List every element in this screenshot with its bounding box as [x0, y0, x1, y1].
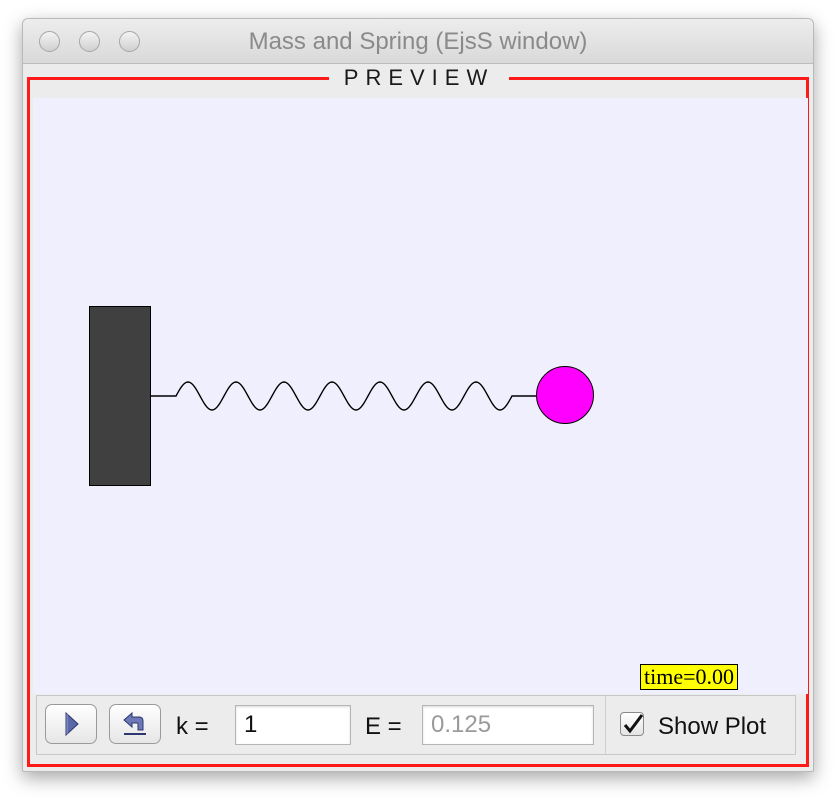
play-button[interactable] — [45, 704, 97, 744]
k-label: k = — [176, 713, 209, 740]
control-panel: k = 1 E = 0.125 Show Plot — [36, 695, 796, 755]
ejss-window: Mass and Spring (EjsS window) PREVIEW ti… — [22, 18, 814, 772]
show-plot-control[interactable]: Show Plot — [605, 696, 796, 754]
show-plot-label: Show Plot — [658, 713, 767, 740]
spring — [150, 381, 536, 411]
mass-ball[interactable] — [536, 366, 594, 424]
k-input[interactable]: 1 — [235, 705, 351, 745]
time-display: time=0.00 — [640, 664, 739, 690]
simulation-canvas[interactable]: time=0.00 — [33, 98, 808, 694]
energy-field: 0.125 — [422, 705, 594, 745]
energy-label: E = — [365, 713, 402, 740]
title-bar[interactable]: Mass and Spring (EjsS window) — [23, 19, 813, 64]
play-icon — [65, 711, 79, 737]
window-title: Mass and Spring (EjsS window) — [248, 28, 588, 55]
reset-button[interactable] — [109, 704, 161, 744]
preview-label: PREVIEW — [329, 65, 509, 91]
checkmark-icon — [623, 714, 644, 734]
show-plot-checkbox[interactable] — [620, 712, 644, 736]
reset-icon — [123, 711, 146, 735]
